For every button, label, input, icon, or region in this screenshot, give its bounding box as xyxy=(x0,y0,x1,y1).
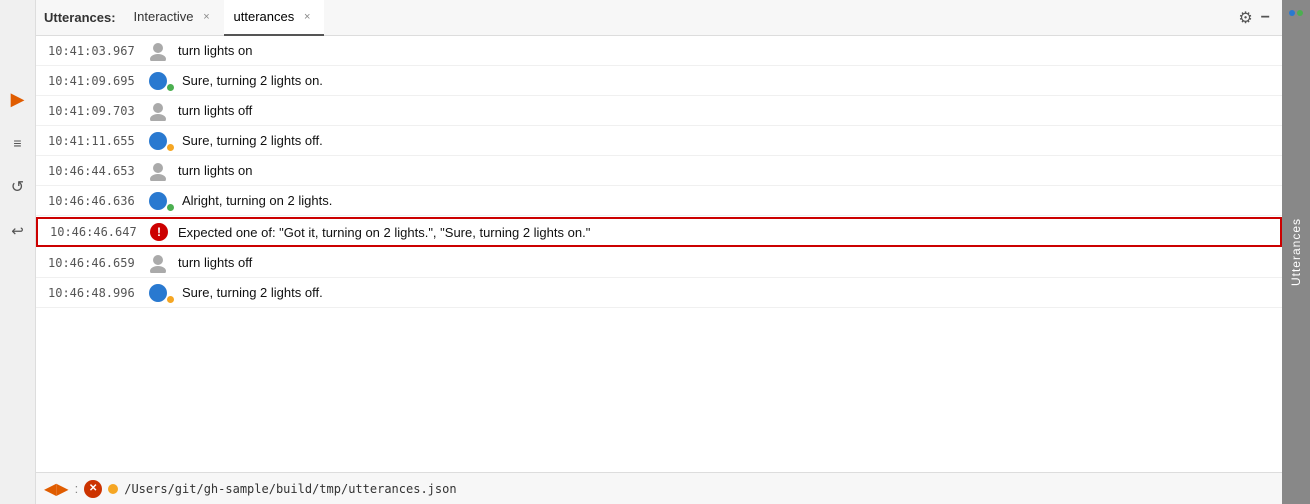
main-panel: Utterances: Interactive × utterances × ⚙… xyxy=(36,0,1282,504)
settings-button[interactable]: ⚙ xyxy=(1234,4,1256,32)
bot-avatar xyxy=(148,71,172,91)
minimize-button[interactable]: − xyxy=(1257,5,1274,31)
timestamp: 10:46:46.659 xyxy=(48,256,138,270)
warning-dot xyxy=(108,484,118,494)
utterance-row: 10:46:44.653 turn lights on xyxy=(36,156,1282,186)
timestamp: 10:41:09.703 xyxy=(48,104,138,118)
blue-dot xyxy=(1289,10,1295,16)
timestamp: 10:41:03.967 xyxy=(48,44,138,58)
utterances-label: Utterances: xyxy=(44,10,116,25)
message-text: Sure, turning 2 lights off. xyxy=(182,285,323,300)
user-avatar xyxy=(148,101,168,121)
tab-interactive[interactable]: Interactive × xyxy=(124,0,224,36)
timestamp: 10:46:48.996 xyxy=(48,286,138,300)
user-avatar xyxy=(148,161,168,181)
tab-interactive-label: Interactive xyxy=(134,9,194,24)
user-avatar xyxy=(148,253,168,273)
content-area: 10:41:03.967 turn lights on 10:41:09.695… xyxy=(36,36,1282,472)
tab-bar: Utterances: Interactive × utterances × ⚙… xyxy=(36,0,1282,36)
status-bar: ◀▶ : ✕ /Users/git/gh-sample/build/tmp/ut… xyxy=(36,472,1282,504)
message-text: turn lights off xyxy=(178,255,252,270)
timestamp: 10:41:11.655 xyxy=(48,134,138,148)
message-text: turn lights on xyxy=(178,43,252,58)
message-text: Sure, turning 2 lights off. xyxy=(182,133,323,148)
tab-utterances-close[interactable]: × xyxy=(300,10,314,24)
list-button[interactable]: ≡ xyxy=(4,129,32,157)
play-button[interactable]: ▶ xyxy=(4,85,32,113)
message-text: turn lights on xyxy=(178,163,252,178)
utterance-row: 10:41:09.695 Sure, turning 2 lights on. xyxy=(36,66,1282,96)
error-message-text: Expected one of: "Got it, turning on 2 l… xyxy=(178,225,590,240)
separator: : xyxy=(75,481,79,496)
bot-avatar xyxy=(148,191,172,211)
sidebar-dots xyxy=(1289,10,1303,16)
play-icon: ◀▶ xyxy=(44,479,69,499)
message-text: Alright, turning on 2 lights. xyxy=(182,193,332,208)
timestamp: 10:46:44.653 xyxy=(48,164,138,178)
bot-avatar xyxy=(148,283,172,303)
left-sidebar: ▶ ≡ ↺ ↩ xyxy=(0,0,36,504)
right-sidebar[interactable]: Utterances xyxy=(1282,0,1310,504)
utterance-row: 10:46:46.659 turn lights off xyxy=(36,248,1282,278)
back-button[interactable]: ↩ xyxy=(4,217,32,245)
green-dot xyxy=(1297,10,1303,16)
user-avatar xyxy=(148,41,168,61)
tab-interactive-close[interactable]: × xyxy=(200,10,214,24)
timestamp: 10:46:46.647 xyxy=(50,225,140,239)
refresh-button[interactable]: ↺ xyxy=(4,173,32,201)
tab-utterances[interactable]: utterances × xyxy=(224,0,325,36)
error-icon: ! xyxy=(150,223,168,241)
utterance-row: 10:41:11.655 Sure, turning 2 lights off. xyxy=(36,126,1282,156)
error-badge: ✕ xyxy=(84,480,102,498)
timestamp: 10:46:46.636 xyxy=(48,194,138,208)
utterance-row: 10:46:46.636 Alright, turning on 2 light… xyxy=(36,186,1282,216)
timestamp: 10:41:09.695 xyxy=(48,74,138,88)
utterance-row: 10:41:03.967 turn lights on xyxy=(36,36,1282,66)
utterance-row: 10:46:48.996 Sure, turning 2 lights off. xyxy=(36,278,1282,308)
right-sidebar-label: Utterances xyxy=(1289,218,1303,286)
message-text: turn lights off xyxy=(178,103,252,118)
error-utterance-row: 10:46:46.647 ! Expected one of: "Got it,… xyxy=(36,217,1282,247)
tab-utterances-label: utterances xyxy=(234,9,295,24)
bot-avatar xyxy=(148,131,172,151)
file-path: /Users/git/gh-sample/build/tmp/utterance… xyxy=(124,482,456,496)
utterance-row: 10:41:09.703 turn lights off xyxy=(36,96,1282,126)
message-text: Sure, turning 2 lights on. xyxy=(182,73,323,88)
